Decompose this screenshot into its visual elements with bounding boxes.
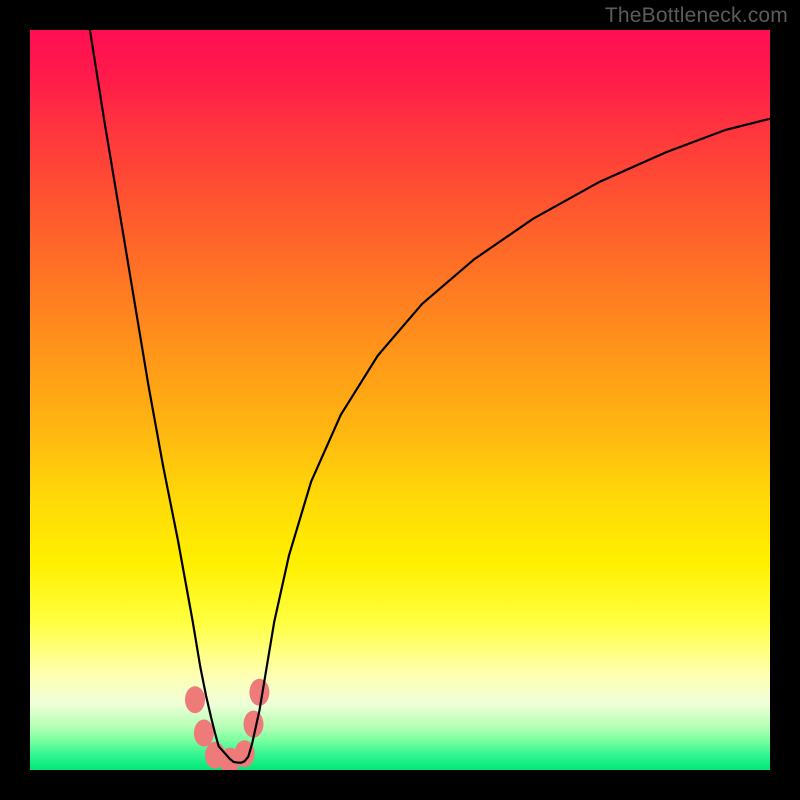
curve-marker [194,720,214,747]
curve-layer [30,30,770,770]
curve-marker [185,686,205,713]
bottleneck-curve [90,30,770,763]
chart-frame: TheBottleneck.com [0,0,800,800]
curve-marker [249,679,269,706]
plot-area [30,30,770,770]
watermark-text: TheBottleneck.com [605,4,788,28]
